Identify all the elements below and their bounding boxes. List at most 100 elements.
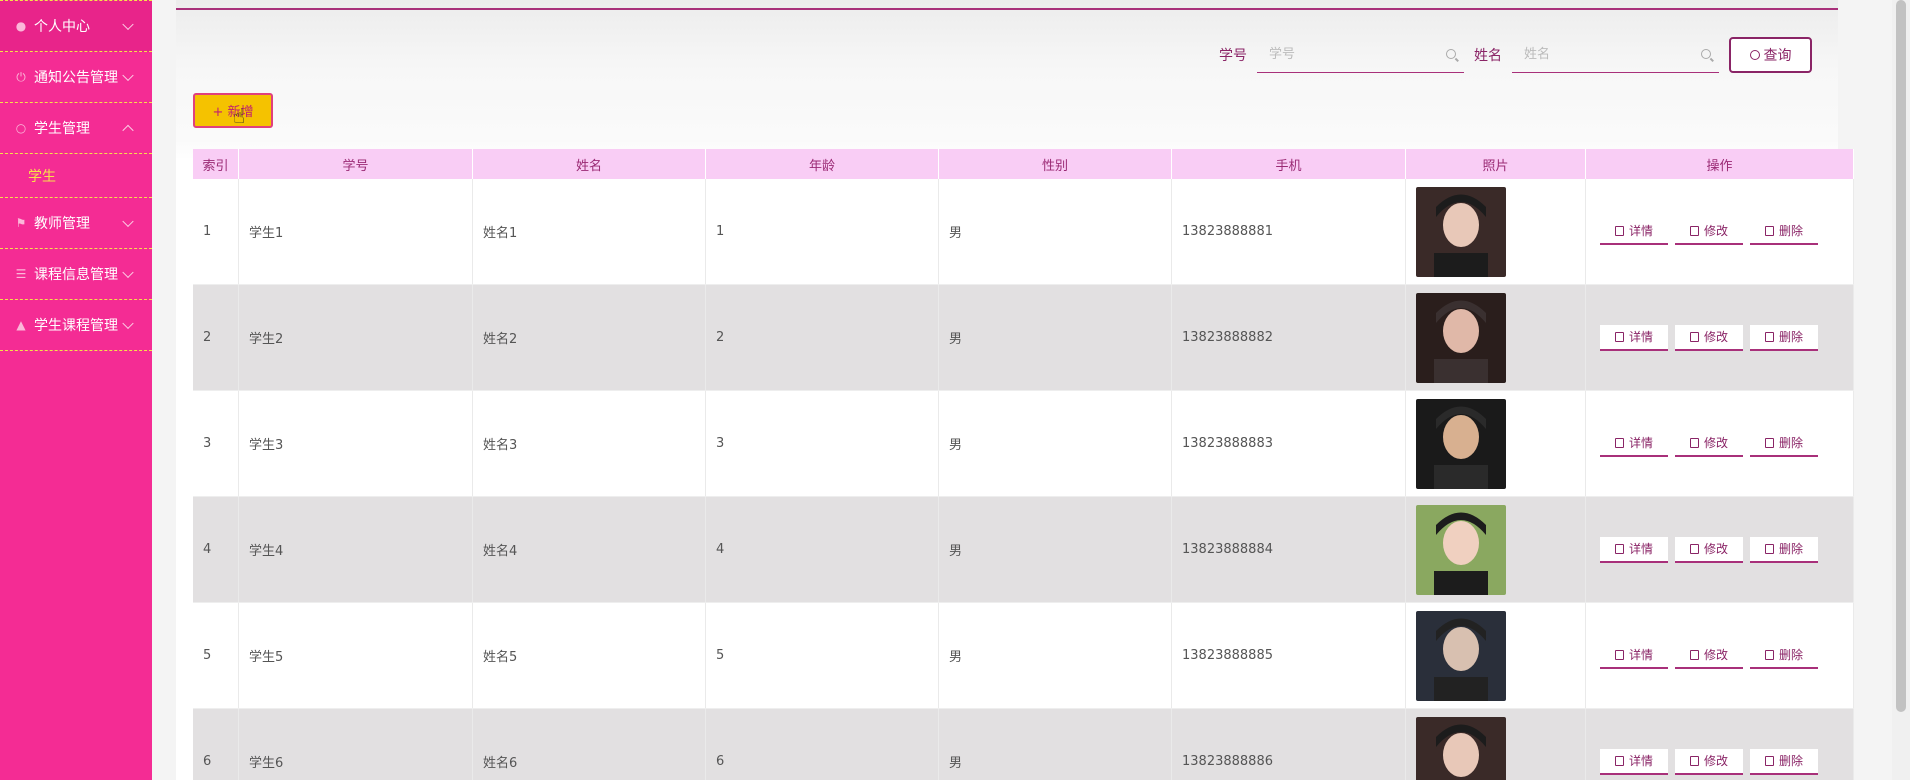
cell-gender: 男 bbox=[939, 179, 1172, 284]
scrollbar[interactable] bbox=[1892, 0, 1910, 780]
delete-button[interactable]: 删除 bbox=[1750, 218, 1818, 245]
student-photo[interactable] bbox=[1416, 292, 1506, 383]
edit-button[interactable]: 修改 bbox=[1675, 430, 1743, 457]
cell-photo bbox=[1406, 497, 1586, 602]
sidebar-item-course-info-management[interactable]: ☰ 课程信息管理 bbox=[0, 249, 152, 300]
header-name: 姓名 bbox=[473, 149, 706, 179]
name-label: 姓名 bbox=[1474, 48, 1502, 64]
cell-actions: 详情 修改 删除 bbox=[1586, 391, 1854, 496]
document-icon bbox=[1614, 755, 1624, 766]
student-id-input[interactable] bbox=[1257, 37, 1464, 73]
scrollbar-thumb[interactable] bbox=[1896, 0, 1906, 712]
cell-gender: 男 bbox=[939, 709, 1172, 780]
student-photo[interactable] bbox=[1416, 504, 1506, 595]
student-photo[interactable] bbox=[1416, 398, 1506, 489]
hand-cursor-icon: ☝ bbox=[233, 104, 246, 128]
search-icon bbox=[1749, 50, 1760, 60]
sidebar-subitem-student[interactable]: 学生 bbox=[0, 154, 152, 198]
trash-icon bbox=[1764, 543, 1774, 554]
delete-button[interactable]: 删除 bbox=[1750, 748, 1818, 775]
document-icon bbox=[1614, 225, 1624, 236]
name-field bbox=[1512, 37, 1719, 73]
trash-icon bbox=[1764, 331, 1774, 342]
edit-button[interactable]: 修改 bbox=[1675, 536, 1743, 563]
cell-name: 姓名5 bbox=[473, 603, 706, 708]
detail-label: 详情 bbox=[1628, 542, 1653, 556]
edit-label: 修改 bbox=[1703, 648, 1728, 662]
sidebar-item-teacher-management[interactable]: ⚑ 教师管理 bbox=[0, 198, 152, 249]
detail-button[interactable]: 详情 bbox=[1600, 642, 1668, 669]
sidebar-item-label: 学生管理 bbox=[34, 121, 90, 137]
cell-name: 姓名4 bbox=[473, 497, 706, 602]
pencil-icon bbox=[1689, 755, 1699, 766]
delete-button[interactable]: 删除 bbox=[1750, 324, 1818, 351]
sidebar-item-label: 学生课程管理 bbox=[34, 318, 118, 334]
edit-button[interactable]: 修改 bbox=[1675, 324, 1743, 351]
cell-student-id: 学生1 bbox=[239, 179, 473, 284]
detail-button[interactable]: 详情 bbox=[1600, 430, 1668, 457]
cell-photo bbox=[1406, 391, 1586, 496]
delete-button[interactable]: 删除 bbox=[1750, 642, 1818, 669]
cell-index: 5 bbox=[193, 603, 239, 708]
detail-button[interactable]: 详情 bbox=[1600, 748, 1668, 775]
header-actions: 操作 bbox=[1586, 149, 1854, 179]
cell-actions: 详情 修改 删除 bbox=[1586, 497, 1854, 602]
delete-button[interactable]: 删除 bbox=[1750, 430, 1818, 457]
name-input[interactable] bbox=[1512, 37, 1719, 73]
edit-label: 修改 bbox=[1703, 224, 1728, 238]
delete-label: 删除 bbox=[1778, 224, 1803, 238]
main-panel: 学号 姓名 查询 + 新增 ☝ 索引 学号 姓名 年龄 性别 手机 照片 操作 … bbox=[176, 0, 1854, 780]
sidebar-item-personal-center[interactable]: ● 个人中心 bbox=[0, 0, 152, 52]
detail-button[interactable]: 详情 bbox=[1600, 536, 1668, 563]
cell-name: 姓名1 bbox=[473, 179, 706, 284]
delete-label: 删除 bbox=[1778, 436, 1803, 450]
header-photo: 照片 bbox=[1406, 149, 1586, 179]
edit-button[interactable]: 修改 bbox=[1675, 748, 1743, 775]
cell-phone: 13823888882 bbox=[1172, 285, 1406, 390]
chevron-down-icon bbox=[122, 215, 134, 228]
top-divider bbox=[176, 8, 1838, 10]
action-group: 详情 修改 删除 bbox=[1596, 642, 1818, 669]
student-photo[interactable] bbox=[1416, 610, 1506, 701]
query-button-label: 查询 bbox=[1763, 48, 1792, 64]
sidebar-item-label: 课程信息管理 bbox=[34, 267, 118, 283]
document-icon bbox=[1614, 649, 1624, 660]
cell-phone: 13823888886 bbox=[1172, 709, 1406, 780]
cell-age: 2 bbox=[706, 285, 939, 390]
delete-label: 删除 bbox=[1778, 754, 1803, 768]
table-row: 4 学生4 姓名4 4 男 13823888884 详情 修改 删除 bbox=[193, 497, 1854, 603]
table-header: 索引 学号 姓名 年龄 性别 手机 照片 操作 bbox=[193, 149, 1854, 179]
cell-phone: 13823888883 bbox=[1172, 391, 1406, 496]
compass-icon: ○ bbox=[15, 121, 27, 135]
detail-button[interactable]: 详情 bbox=[1600, 324, 1668, 351]
cell-student-id: 学生3 bbox=[239, 391, 473, 496]
edit-label: 修改 bbox=[1703, 436, 1728, 450]
student-photo[interactable] bbox=[1416, 716, 1506, 780]
detail-button[interactable]: 详情 bbox=[1600, 218, 1668, 245]
cell-actions: 详情 修改 删除 bbox=[1586, 709, 1854, 780]
list-icon: ☰ bbox=[15, 267, 27, 281]
sidebar-item-student-management[interactable]: ○ 学生管理 bbox=[0, 103, 152, 154]
delete-button[interactable]: 删除 bbox=[1750, 536, 1818, 563]
chevron-down-icon bbox=[122, 69, 134, 82]
cell-index: 3 bbox=[193, 391, 239, 496]
pencil-icon bbox=[1689, 437, 1699, 448]
query-button[interactable]: 查询 bbox=[1729, 37, 1812, 73]
cell-photo bbox=[1406, 285, 1586, 390]
pencil-icon bbox=[1689, 331, 1699, 342]
detail-label: 详情 bbox=[1628, 754, 1653, 768]
sidebar-item-student-course-management[interactable]: ▲ 学生课程管理 bbox=[0, 300, 152, 351]
table-row: 6 学生6 姓名6 6 男 13823888886 详情 修改 删除 bbox=[193, 709, 1854, 780]
edit-button[interactable]: 修改 bbox=[1675, 642, 1743, 669]
detail-label: 详情 bbox=[1628, 648, 1653, 662]
student-id-field bbox=[1257, 37, 1464, 73]
document-icon bbox=[1614, 331, 1624, 342]
student-photo[interactable] bbox=[1416, 186, 1506, 277]
cell-photo bbox=[1406, 603, 1586, 708]
sidebar-item-notice-management[interactable]: ⏻ 通知公告管理 bbox=[0, 52, 152, 103]
cell-name: 姓名3 bbox=[473, 391, 706, 496]
header-student-id: 学号 bbox=[239, 149, 473, 179]
cell-index: 4 bbox=[193, 497, 239, 602]
edit-button[interactable]: 修改 bbox=[1675, 218, 1743, 245]
table-row: 2 学生2 姓名2 2 男 13823888882 详情 修改 删除 bbox=[193, 285, 1854, 391]
